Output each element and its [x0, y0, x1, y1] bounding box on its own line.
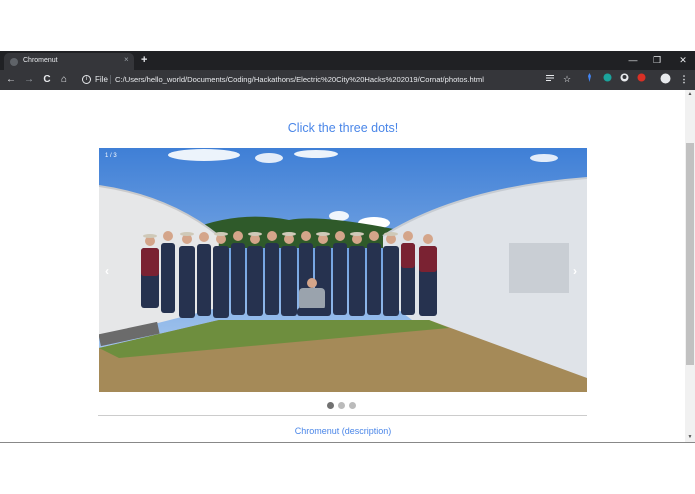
window-close-button[interactable]: ✕ [674, 54, 692, 66]
slide-photo [99, 148, 587, 392]
screen: Chromenut × + — ❐ ✕ ← → C ⌂ i File C:/Us… [0, 0, 695, 494]
github-icon[interactable] [618, 73, 630, 86]
scroll-down-arrow[interactable]: ▼ [685, 433, 695, 442]
carousel-dot[interactable] [327, 402, 334, 409]
new-tab-button[interactable]: + [141, 54, 147, 66]
omnibox-divider [110, 75, 111, 84]
photo-carousel[interactable]: 1 / 3 ‹ › [99, 148, 587, 392]
tab-chromenut[interactable]: Chromenut × [4, 53, 134, 70]
tab-strip: Chromenut × + — ❐ ✕ [0, 51, 695, 70]
divider [98, 415, 587, 416]
profile-icon[interactable] [659, 73, 671, 88]
star-icon[interactable]: ☆ [561, 73, 573, 86]
browser-toolbar: ← → C ⌂ i File C:/Users/hello_world/Docu… [0, 70, 695, 90]
address-bar[interactable]: i File C:/Users/hello_world/Documents/Co… [76, 73, 616, 87]
dropbox-icon[interactable] [583, 73, 595, 86]
page-heading: Click the three dots! [287, 121, 399, 135]
extension-red-icon[interactable] [635, 73, 647, 86]
description-link[interactable]: Chromenut (description) [0, 425, 686, 437]
close-tab-icon[interactable]: × [124, 55, 129, 65]
carousel-dot[interactable] [349, 402, 356, 409]
window-bottom-edge [0, 442, 695, 443]
scroll-up-arrow[interactable]: ▲ [685, 90, 695, 99]
menu-icon[interactable]: ⋮ [678, 73, 690, 86]
next-slide-button[interactable]: › [573, 264, 577, 278]
scheme-label: File [95, 75, 108, 84]
url-text[interactable]: C:/Users/hello_world/Documents/Coding/Ha… [115, 74, 484, 85]
reload-button[interactable]: C [41, 73, 53, 86]
extension-icon[interactable] [601, 73, 613, 86]
carousel-dot[interactable] [338, 402, 345, 409]
minimize-button[interactable]: — [624, 54, 642, 66]
forward-button[interactable]: → [23, 73, 35, 86]
info-icon[interactable]: i [82, 75, 91, 84]
prev-slide-button[interactable]: ‹ [105, 264, 109, 278]
tab-title: Chromenut [23, 57, 58, 64]
globe-icon [10, 58, 18, 66]
restore-button[interactable]: ❐ [648, 54, 666, 66]
reading-list-icon[interactable] [544, 73, 556, 86]
scrollbar-thumb[interactable] [686, 143, 694, 365]
slide-counter: 1 / 3 [105, 153, 117, 159]
back-button[interactable]: ← [5, 73, 17, 86]
home-button[interactable]: ⌂ [58, 73, 70, 86]
